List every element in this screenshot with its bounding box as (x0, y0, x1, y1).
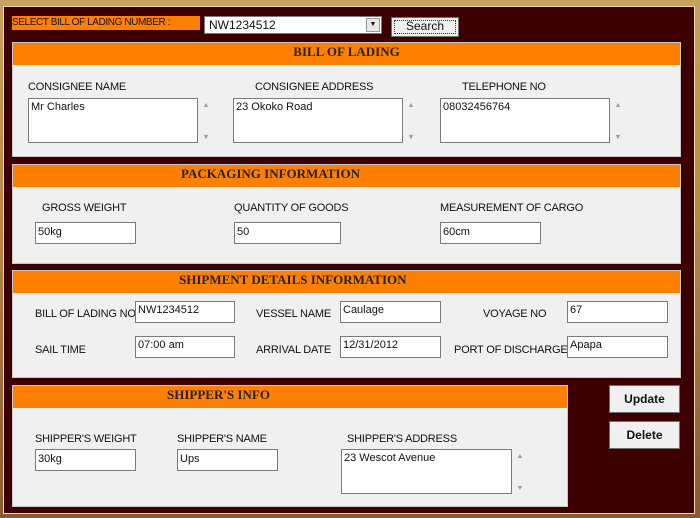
bill-no-label: BILL OF LADING NO (35, 308, 136, 320)
arrival-date-label: ARRIVAL DATE (256, 344, 332, 356)
dropdown-arrow-icon[interactable]: ▼ (366, 18, 380, 32)
panel-title: SHIPPER'S INFO (13, 386, 567, 408)
bill-number-dropdown[interactable]: NW1234512 ▼ (204, 16, 382, 34)
shipper-address-scrollbar[interactable]: ▲ ▼ (514, 449, 526, 494)
sail-time-input[interactable]: 07:00 am (135, 336, 235, 358)
select-bill-label: SELECT BILL OF LADING NUMBER : (12, 16, 200, 30)
scroll-down-icon[interactable]: ▼ (612, 134, 624, 141)
arrival-date-input[interactable]: 12/31/2012 (340, 336, 441, 358)
panel-title: PACKAGING INFORMATION (13, 165, 680, 187)
quantity-label: QUANTITY OF GOODS (234, 202, 349, 214)
focus-outline (394, 20, 456, 34)
delete-button[interactable]: Delete (609, 421, 680, 449)
vessel-name-input[interactable]: Caulage (340, 301, 441, 323)
shippers-info-panel: SHIPPER'S INFO SHIPPER'S WEIGHT SHIPPER'… (12, 385, 568, 507)
quantity-input[interactable]: 50 (234, 222, 341, 244)
bill-no-input[interactable]: NW1234512 (135, 301, 235, 323)
consignee-address-label: CONSIGNEE ADDRESS (255, 81, 374, 93)
consignee-address-textarea[interactable]: 23 Okoko Road (233, 98, 403, 143)
bill-of-lading-panel: BILL OF LADING CONSIGNEE NAME CONSIGNEE … (12, 42, 681, 157)
scroll-up-icon[interactable]: ▲ (612, 102, 624, 109)
shipper-address-label: SHIPPER'S ADDRESS (347, 433, 457, 445)
scroll-down-icon[interactable]: ▼ (514, 485, 526, 492)
scroll-down-icon[interactable]: ▼ (405, 134, 417, 141)
gross-weight-input[interactable]: 50kg (35, 222, 136, 244)
search-button[interactable]: Search (391, 17, 459, 37)
scroll-up-icon[interactable]: ▲ (514, 453, 526, 460)
shipper-name-input[interactable]: Ups (177, 449, 278, 471)
consignee-name-textarea[interactable]: Mr Charles (28, 98, 198, 143)
shipper-address-textarea[interactable]: 23 Wescot Avenue (341, 449, 512, 494)
update-button[interactable]: Update (609, 385, 680, 413)
port-of-discharge-input[interactable]: Apapa (567, 336, 668, 358)
scroll-up-icon[interactable]: ▲ (405, 102, 417, 109)
measurement-label: MEASUREMENT OF CARGO (440, 202, 584, 214)
shipper-name-label: SHIPPER'S NAME (177, 433, 267, 445)
gross-weight-label: GROSS WEIGHT (42, 202, 127, 214)
shipment-details-panel: SHIPMENT DETAILS INFORMATION BILL OF LAD… (12, 270, 681, 378)
port-of-discharge-label: PORT OF DISCHARGE (454, 344, 568, 356)
bill-number-value: NW1234512 (209, 18, 276, 32)
packaging-panel: PACKAGING INFORMATION GROSS WEIGHT QUANT… (12, 164, 681, 264)
voyage-no-label: VOYAGE NO (483, 308, 547, 320)
voyage-no-input[interactable]: 67 (567, 301, 668, 323)
bill-of-lading-window: SELECT BILL OF LADING NUMBER : NW1234512… (3, 6, 695, 514)
telephone-scrollbar[interactable]: ▲ ▼ (612, 98, 624, 143)
telephone-label: TELEPHONE NO (462, 81, 546, 93)
panel-title: SHIPMENT DETAILS INFORMATION (13, 271, 680, 293)
consignee-name-scrollbar[interactable]: ▲ ▼ (200, 98, 212, 143)
measurement-input[interactable]: 60cm (440, 222, 541, 244)
shipper-weight-input[interactable]: 30kg (35, 449, 136, 471)
panel-title: BILL OF LADING (13, 43, 680, 65)
shipper-weight-label: SHIPPER'S WEIGHT (35, 433, 137, 445)
sail-time-label: SAIL TIME (35, 344, 86, 356)
consignee-name-label: CONSIGNEE NAME (28, 81, 127, 93)
consignee-address-scrollbar[interactable]: ▲ ▼ (405, 98, 417, 143)
scroll-up-icon[interactable]: ▲ (200, 102, 212, 109)
telephone-textarea[interactable]: 08032456764 (440, 98, 610, 143)
vessel-name-label: VESSEL NAME (256, 308, 332, 320)
scroll-down-icon[interactable]: ▼ (200, 134, 212, 141)
